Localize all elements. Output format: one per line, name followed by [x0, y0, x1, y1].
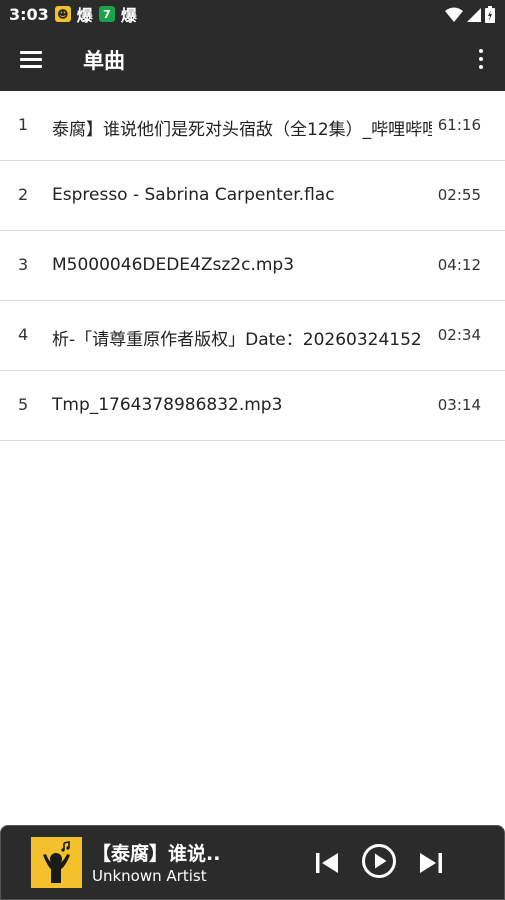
bao-icon: 爆: [76, 6, 93, 25]
song-index: 2: [18, 185, 29, 204]
song-index: 4: [18, 325, 29, 344]
song-index: 1: [18, 115, 29, 134]
song-title: M5000046DEDE4Zsz2c.mp3: [52, 255, 295, 275]
song-duration: 61:16: [437, 116, 481, 134]
song-duration: 04:12: [437, 256, 481, 274]
skip-previous-icon[interactable]: [314, 845, 340, 881]
now-playing-bar[interactable]: 【泰腐】谁说.. Unknown Artist: [0, 825, 505, 900]
page-title: 单曲: [83, 49, 125, 73]
system-icons: [445, 6, 495, 23]
song-title: 【泰腐】谁说他们是死对头宿敌（全12集）_哔哩哔哩: [52, 120, 432, 140]
battery-icon: [485, 6, 495, 23]
now-playing-title: 【泰腐】谁说..: [92, 843, 221, 865]
song-row[interactable]: 5 Tmp_1764378986832.mp3 03:14: [0, 371, 505, 441]
song-duration: 02:55: [437, 186, 481, 204]
song-row[interactable]: 4 解析-「请尊重原作者版权」Date：20260324152 02:34: [0, 301, 505, 371]
album-art-icon: [31, 837, 82, 888]
more-options-button[interactable]: [471, 44, 491, 76]
status-time: 3:03: [9, 4, 49, 24]
song-title: 解析-「请尊重原作者版权」Date：20260324152: [52, 330, 422, 350]
wifi-icon: [445, 7, 463, 22]
more-vert-icon: [479, 49, 483, 53]
bao-icon: 爆: [120, 6, 137, 25]
song-list: 1 【泰腐】谁说他们是死对头宿敌（全12集）_哔哩哔哩 61:16 2 Espr…: [0, 91, 505, 441]
album-cover[interactable]: [31, 837, 82, 888]
skip-next-icon[interactable]: [418, 845, 444, 881]
status-bar: 3:03 ☻ 爆 7 爆: [0, 0, 505, 28]
song-title: Tmp_1764378986832.mp3: [52, 395, 283, 415]
green-app-icon: 7: [98, 6, 115, 22]
menu-button[interactable]: [16, 46, 48, 74]
song-index: 5: [18, 395, 29, 414]
yellow-app-icon: ☻: [54, 6, 71, 22]
signal-icon: [467, 7, 481, 22]
app-bar: 单曲: [0, 28, 505, 91]
song-row[interactable]: 1 【泰腐】谁说他们是死对头宿敌（全12集）_哔哩哔哩 61:16: [0, 91, 505, 161]
song-row[interactable]: 2 Espresso - Sabrina Carpenter.flac 02:5…: [0, 161, 505, 231]
song-index: 3: [18, 255, 29, 274]
play-icon[interactable]: [361, 843, 397, 879]
song-duration: 02:34: [437, 326, 481, 344]
now-playing-artist: Unknown Artist: [92, 867, 207, 885]
menu-icon: [20, 51, 42, 54]
notification-icons: ☻ 爆 7 爆: [54, 2, 137, 26]
song-title: Espresso - Sabrina Carpenter.flac: [52, 185, 335, 205]
song-row[interactable]: 3 M5000046DEDE4Zsz2c.mp3 04:12: [0, 231, 505, 301]
song-duration: 03:14: [437, 396, 481, 414]
